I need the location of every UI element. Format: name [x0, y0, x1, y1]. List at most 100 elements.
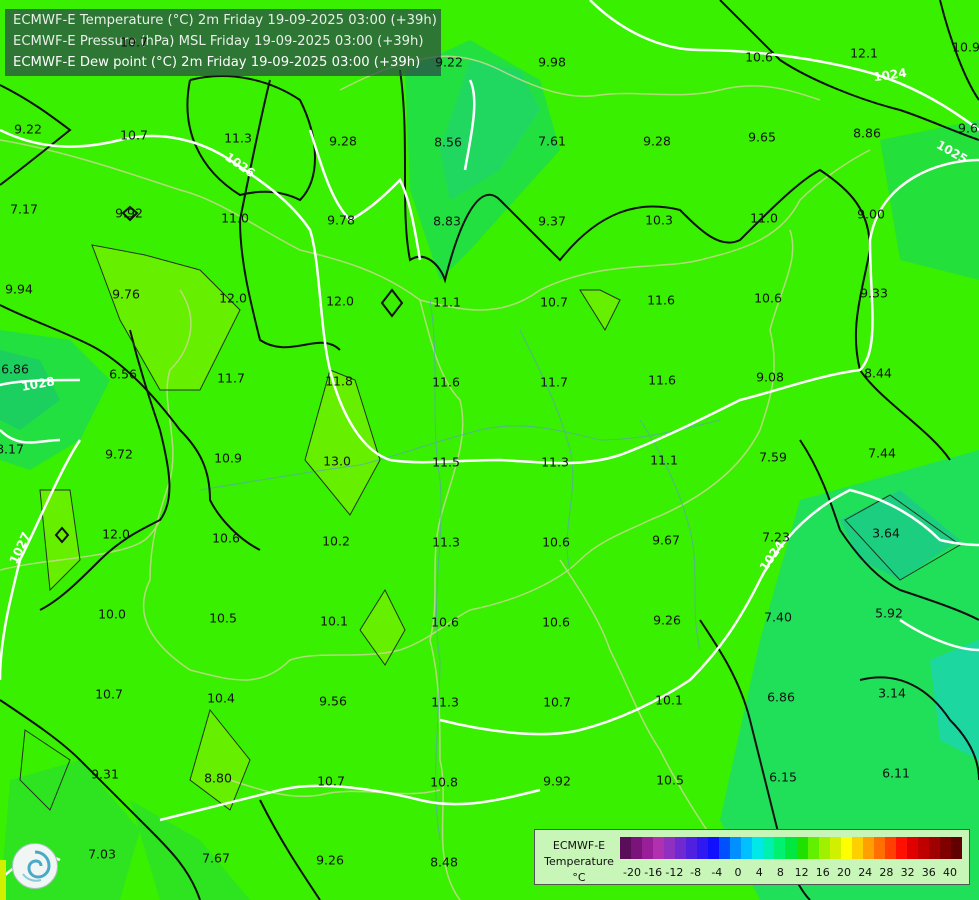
legend-color-swatch [730, 837, 742, 859]
station-value: 8.80 [204, 770, 232, 786]
station-value: 10.5 [209, 610, 237, 626]
station-value: 11.8 [325, 373, 353, 389]
station-value: 6.86 [1, 361, 29, 377]
legend-color-swatch [664, 837, 676, 859]
station-value: 10.1 [320, 613, 348, 629]
station-value: 8.86 [853, 125, 881, 141]
station-value: 8.56 [434, 134, 462, 150]
legend-color-swatch [620, 837, 632, 859]
station-value: 6.11 [882, 765, 910, 781]
legend-color-swatch [686, 837, 698, 859]
station-value: 11.0 [750, 210, 778, 226]
station-value: 6.56 [109, 366, 137, 382]
station-value: 9.76 [112, 286, 140, 302]
station-value: 9.92 [115, 205, 143, 221]
legend-color-swatch [862, 837, 874, 859]
station-value: 7.61 [538, 133, 566, 149]
legend-color-swatch [774, 837, 786, 859]
legend-tick-label: -8 [690, 866, 702, 879]
station-value: 10.6 [431, 614, 459, 630]
legend-tick-label: 12 [794, 866, 809, 879]
station-value: 13.0 [323, 453, 351, 469]
legend-color-swatch [642, 837, 654, 859]
legend-color-swatch [719, 837, 731, 859]
station-value: 10.7 [317, 773, 345, 789]
station-value: 9.67 [652, 532, 680, 548]
station-value: 7.03 [88, 846, 116, 862]
legend-tick-label: 36 [921, 866, 936, 879]
station-value: 9.28 [329, 133, 357, 149]
legend-color-swatch [851, 837, 863, 859]
legend-color-swatch [950, 837, 962, 859]
legend-tick-label: 28 [879, 866, 894, 879]
legend-tick-label: 4 [755, 866, 763, 879]
station-value: 5.92 [875, 605, 903, 621]
station-value: 7.40 [764, 609, 792, 625]
station-value: 9.00 [857, 206, 885, 222]
station-value: 10.6 [754, 290, 782, 306]
station-value: 12.0 [219, 290, 247, 306]
legend-tick-label: 24 [858, 866, 873, 879]
station-value: 11.7 [540, 374, 568, 390]
station-value: 10.8 [430, 774, 458, 790]
station-value: 11.7 [217, 370, 245, 386]
station-value: 11.5 [432, 454, 460, 470]
station-value: 9.08 [756, 369, 784, 385]
station-value: 10.7 [543, 694, 571, 710]
legend-color-swatch [741, 837, 753, 859]
station-value: 6.15 [769, 769, 797, 785]
station-value: 9.28 [643, 133, 671, 149]
station-value: 10.4 [207, 690, 235, 706]
station-value: 10.6 [542, 534, 570, 550]
legend-color-swatch [895, 837, 907, 859]
legend-color-scale [620, 837, 962, 859]
legend-tick-label: 16 [815, 866, 830, 879]
legend-color-swatch [873, 837, 885, 859]
legend-color-swatch [840, 837, 852, 859]
station-value: 10.6 [542, 614, 570, 630]
legend-color-swatch [763, 837, 775, 859]
legend-color-swatch [928, 837, 940, 859]
station-value: 12.0 [102, 526, 130, 542]
station-value: 9.37 [538, 213, 566, 229]
station-value: 9.65 [748, 129, 776, 145]
map-header: ECMWF-E Temperature (°C) 2m Friday 19-09… [5, 9, 441, 76]
station-value: 9.26 [316, 852, 344, 868]
header-line-temperature[interactable]: ECMWF-E Temperature (°C) 2m Friday 19-09… [13, 10, 441, 31]
station-value: 10.7 [540, 294, 568, 310]
station-value: 11.6 [647, 292, 675, 308]
legend-color-swatch [653, 837, 665, 859]
station-value: 10.2 [322, 533, 350, 549]
legend-tick-label: -4 [711, 866, 723, 879]
legend-tick-label: 20 [837, 866, 851, 879]
legend-tick-label: 40 [943, 866, 957, 879]
station-value: 10.6 [212, 530, 240, 546]
legend-color-swatch [807, 837, 819, 859]
logo-swirl-icon [22, 850, 51, 882]
station-value: 12.1 [850, 45, 878, 61]
station-value: 9.56 [319, 693, 347, 709]
legend-color-swatch [796, 837, 808, 859]
legend-ticks: -20 -16 -12 -8 -4 0 4 8 12 16 20 24 28 32 36 40 [620, 866, 962, 880]
legend-color-swatch [697, 837, 709, 859]
header-line-pressure[interactable]: ECMWF-E Pressure (hPa) MSL Friday 19-09-… [13, 31, 441, 52]
station-value: 8.83 [433, 213, 461, 229]
legend-tick-label: 8 [776, 866, 784, 879]
legend-title: ECMWF-E Temperature °C [539, 838, 619, 886]
legend-color-swatch [939, 837, 951, 859]
station-value: 10.0 [98, 606, 126, 622]
legend-color-swatch [906, 837, 918, 859]
station-value: 10.7 [120, 34, 148, 50]
station-value: 9.78 [327, 212, 355, 228]
legend-color-swatch [752, 837, 764, 859]
station-value: 10.9 [214, 450, 242, 466]
temperature-legend: ECMWF-E Temperature °C -20 -16 -12 -8 -4 0 4 8 1… [534, 829, 970, 885]
station-value: 6.86 [767, 689, 795, 705]
station-value: 10.7 [120, 127, 148, 143]
station-value: 10.6 [745, 49, 773, 65]
legend-color-swatch [708, 837, 720, 859]
station-value: 11.1 [433, 294, 461, 310]
station-value: 11.3 [541, 454, 569, 470]
station-value: 9.31 [91, 766, 119, 782]
header-line-dewpoint[interactable]: ECMWF-E Dew point (°C) 2m Friday 19-09-2… [13, 52, 441, 73]
